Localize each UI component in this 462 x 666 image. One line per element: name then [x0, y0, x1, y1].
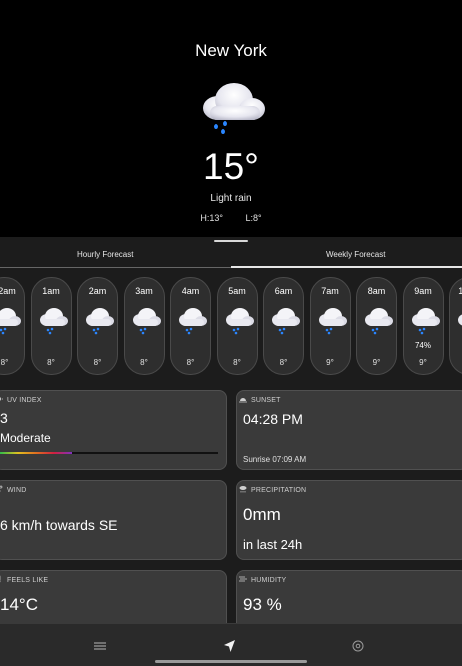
- sheet-drag-handle[interactable]: [214, 240, 248, 242]
- cloud-rain-icon: [179, 308, 207, 335]
- hourly-forecast-strip[interactable]: 12am 8° 1am 8° 2am 8° 3am 8° 4am 8° 5am 8° 6am 8° 7am 9…: [0, 277, 462, 375]
- uv-index-value: 3: [0, 410, 8, 426]
- cloud-rain-icon: [318, 308, 347, 335]
- uv-index-title: UV INDEX: [7, 397, 42, 404]
- precipitation-period: in last 24h: [243, 537, 303, 552]
- sunset-header: SUNSET: [239, 395, 281, 404]
- hour-time: 6am: [274, 286, 293, 296]
- uv-index-bar: [0, 452, 218, 454]
- hourly-forecast-item[interactable]: 12am 8°: [0, 277, 25, 375]
- hour-time: 7am: [321, 286, 339, 296]
- hourly-forecast-item[interactable]: 9am 74% 9°: [402, 277, 444, 375]
- humidity-icon: [239, 576, 247, 582]
- uv-index-level: Moderate: [0, 431, 51, 445]
- hourly-forecast-item[interactable]: 3am 8°: [123, 277, 165, 375]
- humidity-title: HUMIDITY: [251, 577, 287, 584]
- wind-value: 6 km/h towards SE: [0, 517, 118, 533]
- tab-hourly-forecast[interactable]: Hourly Forecast: [77, 250, 133, 259]
- hour-temperature: 9°: [419, 358, 427, 367]
- feels-like-value: 14°C: [0, 595, 38, 614]
- cloud-rain-icon: [458, 314, 462, 326]
- wind-title: WIND: [7, 487, 27, 494]
- location-arrow-icon[interactable]: [222, 639, 238, 653]
- sun-icon: [0, 397, 3, 401]
- hourly-forecast-item[interactable]: 5am 8°: [216, 277, 258, 375]
- humidity-header: HUMIDITY: [239, 575, 286, 584]
- hourly-forecast-item[interactable]: 4am 8°: [170, 277, 211, 375]
- precipitation-card[interactable]: PRECIPITATION 0mm in last 24h: [236, 480, 462, 560]
- hour-temperature: 9°: [326, 358, 334, 367]
- low-temp: L:8°: [245, 213, 262, 223]
- wind-header: WIND: [0, 485, 26, 494]
- hour-time: 10am: [458, 286, 462, 296]
- uv-index-bar-fill: [0, 452, 72, 454]
- current-condition: Light rain: [210, 193, 252, 204]
- hour-time: 9am: [414, 286, 432, 296]
- hour-precip-chance: 6: [450, 341, 462, 350]
- cloud-rain-icon: [365, 308, 393, 335]
- cloud-rain-icon: [272, 308, 300, 335]
- precipitation-header: PRECIPITATION: [239, 485, 306, 494]
- precipitation-value: 0mm: [243, 505, 281, 524]
- hour-temperature: 8°: [0, 358, 9, 367]
- hour-time: 1am: [42, 286, 60, 296]
- precipitation-title: PRECIPITATION: [251, 487, 307, 494]
- feels-like-header: FEELS LIKE: [0, 575, 48, 584]
- city-name: New York: [195, 41, 267, 60]
- cloud-rain-icon: [0, 308, 21, 335]
- precipitation-icon: [239, 486, 247, 493]
- hourly-forecast-item[interactable]: 6am 8°: [263, 277, 304, 375]
- tab-weekly-forecast[interactable]: Weekly Forecast: [326, 250, 385, 259]
- hour-temperature: 8°: [279, 358, 288, 367]
- home-indicator[interactable]: [155, 660, 307, 663]
- hour-precip-chance: 74%: [414, 341, 431, 350]
- settings-icon[interactable]: [350, 639, 366, 653]
- hourly-forecast-item[interactable]: 1am 8°: [30, 277, 72, 375]
- hour-time: 4am: [181, 286, 200, 296]
- humidity-value: 93 %: [243, 595, 282, 614]
- cloud-rain-icon: [411, 308, 440, 335]
- hour-time: 2am: [88, 286, 107, 296]
- cloud-rain-icon: [203, 83, 265, 134]
- hour-temperature: 9°: [372, 358, 381, 367]
- sunset-icon: [239, 398, 247, 403]
- hour-time: 8am: [367, 286, 386, 296]
- feels-like-title: FEELS LIKE: [7, 577, 49, 584]
- hour-temperature: 8°: [233, 358, 241, 367]
- hour-temperature: 8°: [186, 358, 195, 367]
- hour-time: 12am: [0, 286, 16, 296]
- forecast-tabs: Hourly Forecast Weekly Forecast: [0, 244, 462, 268]
- hour-temperature: 8°: [47, 358, 55, 367]
- uv-index-card[interactable]: UV INDEX 3 Moderate: [0, 390, 227, 470]
- cloud-rain-icon: [225, 308, 254, 335]
- wind-icon: [0, 485, 3, 492]
- current-temperature: 15°: [203, 146, 259, 187]
- cloud-rain-icon: [132, 308, 161, 335]
- cloud-rain-icon: [86, 308, 114, 335]
- current-weather-hero: New York 15° Light rain H:13° L:8°: [0, 0, 462, 237]
- hourly-forecast-item[interactable]: 7am 9°: [309, 277, 351, 375]
- wind-card[interactable]: WIND 6 km/h towards SE: [0, 480, 227, 560]
- tab-active-indicator: [231, 266, 462, 268]
- uv-index-header: UV INDEX: [0, 395, 42, 404]
- menu-icon[interactable]: [92, 639, 108, 653]
- sunset-card[interactable]: SUNSET 04:28 PM Sunrise 07:09 AM: [236, 390, 462, 470]
- hourly-forecast-item[interactable]: 10am 6: [449, 277, 462, 375]
- hourly-forecast-item[interactable]: 8am 9°: [356, 277, 397, 375]
- sunrise-time: Sunrise 07:09 AM: [243, 455, 307, 464]
- hour-time: 3am: [135, 286, 153, 296]
- cloud-rain-icon: [39, 308, 68, 335]
- thermometer-icon: [0, 575, 1, 583]
- hour-temperature: 8°: [93, 358, 102, 367]
- hour-temperature: 8°: [140, 358, 148, 367]
- hour-time: 5am: [228, 286, 246, 296]
- sunset-time: 04:28 PM: [243, 411, 303, 427]
- high-temp: H:13°: [200, 213, 223, 223]
- hourly-forecast-item[interactable]: 2am 8°: [77, 277, 118, 375]
- sunset-title: SUNSET: [251, 397, 281, 404]
- high-low: H:13° L:8°: [0, 213, 462, 223]
